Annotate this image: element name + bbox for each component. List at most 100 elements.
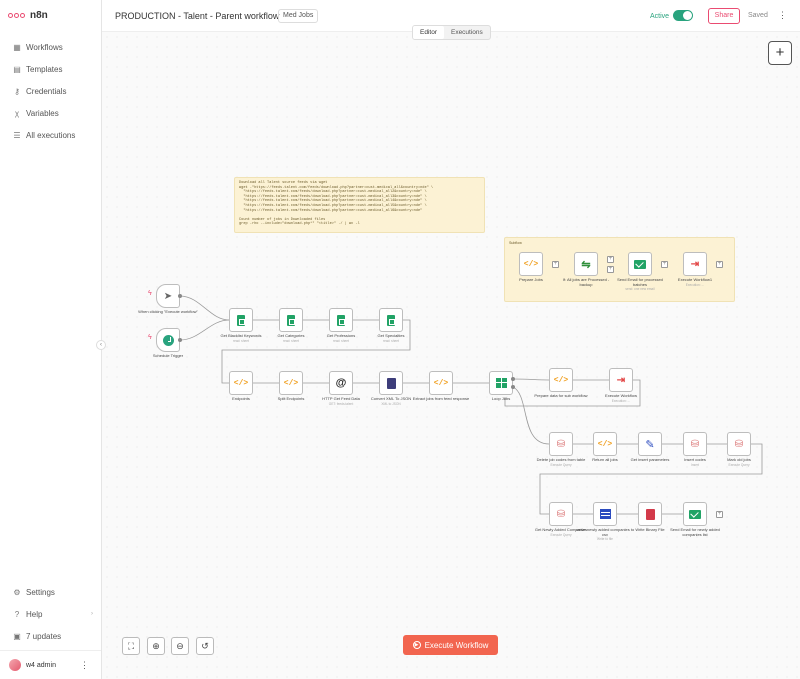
add-connection-button[interactable]: +: [716, 261, 723, 268]
code-icon: </>: [433, 378, 449, 388]
node-manual-trigger[interactable]: ➤: [156, 284, 180, 308]
node-label: Mark old jobs Execute Query: [727, 457, 751, 467]
more-vertical-icon[interactable]: ⋮: [778, 10, 787, 21]
sidebar-item-label: All executions: [26, 130, 76, 140]
add-connection-button[interactable]: +: [552, 261, 559, 268]
workflow-canvas[interactable]: [102, 32, 800, 679]
node-label: Send Email for processed batches send: on…: [617, 277, 663, 292]
sidebar-item-variables[interactable]: χ Variables: [0, 102, 101, 124]
sidebar-item-updates[interactable]: ▣ 7 updates: [0, 625, 101, 647]
logo[interactable]: n8n: [8, 10, 48, 21]
node-return-all-jobs[interactable]: </>: [593, 432, 617, 456]
sidebar-item-templates[interactable]: ▤ Templates: [0, 58, 101, 80]
node-get-specialties[interactable]: [379, 308, 403, 332]
node-split-endpoints[interactable]: </>: [279, 371, 303, 395]
node-convert-xml-to-json[interactable]: [379, 371, 403, 395]
node-endpoints[interactable]: </>: [229, 371, 253, 395]
node-send-email-companies[interactable]: [683, 502, 707, 526]
saved-status: Saved: [748, 12, 768, 19]
fit-view-icon: ⛶: [127, 641, 135, 651]
execute-workflow-icon: ⇥: [690, 258, 700, 270]
node-insert-codes[interactable]: ⛁: [683, 432, 707, 456]
node-schedule-trigger[interactable]: [156, 328, 180, 352]
chevron-right-icon: ›: [91, 611, 93, 617]
zoom-out-icon: ⊖: [176, 641, 184, 651]
google-sheets-icon: [287, 314, 295, 326]
node-send-email-processed-batches[interactable]: [628, 252, 652, 276]
view-tabs: Editor Executions: [412, 25, 491, 40]
execute-workflow-button[interactable]: ▶ Execute Workflow: [403, 635, 498, 655]
node-get-professions[interactable]: [329, 308, 353, 332]
collapse-sidebar-button[interactable]: ‹: [96, 340, 106, 350]
add-connection-button[interactable]: +: [607, 256, 614, 263]
n8n-logo-icon: [8, 11, 26, 21]
node-label: Get Specialties read: sheet: [377, 333, 405, 343]
node-companies-to-csv[interactable]: [593, 502, 617, 526]
spreadsheet-file-icon: [599, 509, 611, 519]
node-label: Prepare Jobs: [519, 277, 543, 282]
tab-editor[interactable]: Editor: [413, 26, 444, 39]
node-write-binary-file[interactable]: [638, 502, 662, 526]
node-execute-workflow1[interactable]: ⇥: [683, 252, 707, 276]
node-label: Loop Jobs: [491, 396, 511, 401]
fit-view-button[interactable]: ⛶: [122, 637, 140, 655]
node-mark-old-jobs[interactable]: ⛁: [727, 432, 751, 456]
tab-executions[interactable]: Executions: [444, 26, 490, 39]
zoom-out-button[interactable]: ⊖: [171, 637, 189, 655]
output-handle[interactable]: [178, 338, 182, 342]
user-menu[interactable]: w4 admin ⋮: [0, 650, 101, 679]
node-prepare-data-sub-workflow[interactable]: </>: [549, 368, 573, 392]
templates-icon: ▤: [13, 64, 21, 74]
sidebar-item-label: Help: [26, 609, 43, 619]
node-prepare-jobs[interactable]: </>: [519, 252, 543, 276]
http-request-icon: @: [335, 377, 347, 389]
node-extract-jobs[interactable]: </>: [429, 371, 453, 395]
sidebar-nav: ▦ Workflows ▤ Templates ⚷ Credentials χ …: [0, 36, 101, 146]
node-get-categories[interactable]: [279, 308, 303, 332]
sidebar-item-label: 7 updates: [26, 631, 62, 641]
node-loop-jobs[interactable]: [489, 371, 513, 395]
avatar: [9, 659, 21, 671]
list-icon: ☰: [13, 130, 21, 140]
workflow-tag[interactable]: Med Jobs: [278, 9, 319, 23]
sidebar-item-help[interactable]: ? Help ›: [0, 603, 101, 625]
google-sheets-icon: [387, 314, 395, 326]
sidebar-item-workflows[interactable]: ▦ Workflows: [0, 36, 101, 58]
sidebar-item-credentials[interactable]: ⚷ Credentials: [0, 80, 101, 102]
loop-icon: [495, 378, 507, 388]
code-icon: </>: [233, 378, 249, 388]
more-vertical-icon[interactable]: ⋮: [80, 660, 89, 671]
sidebar-item-settings[interactable]: ⚙ Settings: [0, 581, 101, 603]
node-get-blacklist-keywords[interactable]: [229, 308, 253, 332]
add-connection-button[interactable]: +: [607, 266, 614, 273]
share-button[interactable]: Share: [708, 8, 740, 24]
sidebar-item-executions[interactable]: ☰ All executions: [0, 124, 101, 146]
code-icon: </>: [597, 439, 613, 449]
node-http-get-feed-data[interactable]: @: [329, 371, 353, 395]
add-connection-button[interactable]: +: [716, 511, 723, 518]
user-name: w4 admin: [26, 661, 56, 669]
output-handle[interactable]: [178, 294, 182, 298]
cursor-icon: ➤: [163, 290, 173, 302]
add-node-button[interactable]: +: [768, 41, 792, 65]
reset-zoom-button[interactable]: ↺: [196, 637, 214, 655]
code-icon: </>: [283, 378, 299, 388]
node-execute-workflow[interactable]: ⇥: [609, 368, 633, 392]
output-handle-loop[interactable]: [511, 377, 515, 381]
workflow-name[interactable]: PRODUCTION - Talent - Parent workflow: [115, 11, 279, 21]
node-delete-job-codes[interactable]: ⛁: [549, 432, 573, 456]
sticky-note-text: Download all Talent source feeds via wge…: [239, 181, 434, 227]
node-get-insert-parameters[interactable]: ✎: [638, 432, 662, 456]
node-label: Schedule Trigger: [152, 353, 184, 358]
file-write-icon: [645, 508, 655, 520]
active-toggle[interactable]: [673, 10, 693, 21]
node-if-all-jobs-processed[interactable]: ⇋: [574, 252, 598, 276]
output-handle-done[interactable]: [511, 385, 515, 389]
sticky-note-wget[interactable]: Download all Talent source feeds via wge…: [234, 177, 485, 233]
add-connection-button[interactable]: +: [661, 261, 668, 268]
node-label: Extract jobs from feed response: [412, 396, 470, 401]
zoom-in-button[interactable]: ⊕: [147, 637, 165, 655]
workflows-icon: ▦: [13, 42, 21, 52]
node-get-newly-added-companies[interactable]: ⛁: [549, 502, 573, 526]
logo-text: n8n: [30, 10, 48, 21]
